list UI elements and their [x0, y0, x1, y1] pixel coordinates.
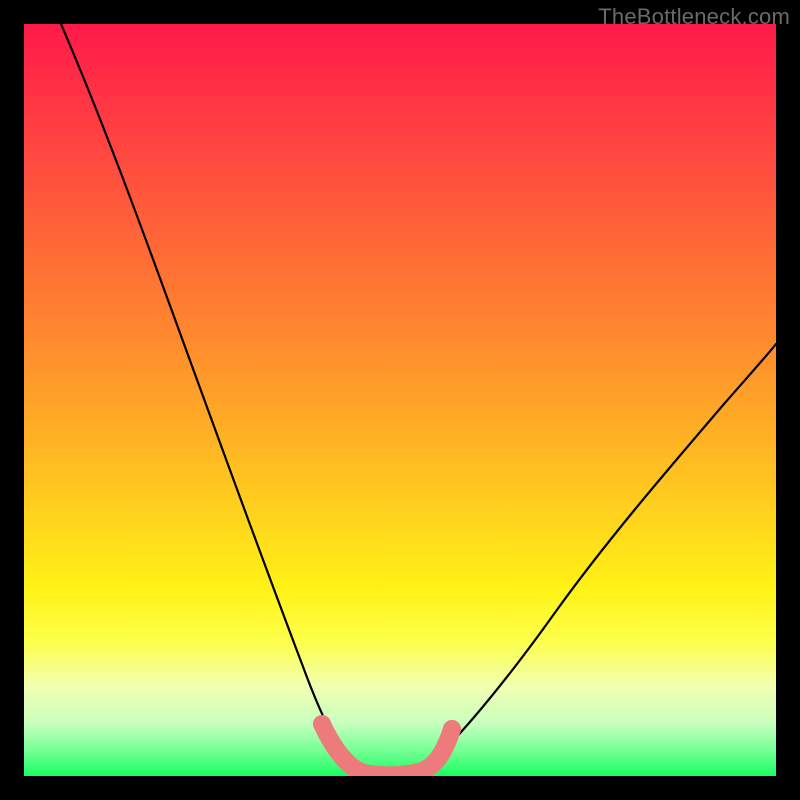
chart-frame: TheBottleneck.com	[0, 0, 800, 800]
watermark-text: TheBottleneck.com	[598, 4, 790, 30]
pink-dot-right	[443, 720, 461, 738]
plot-area	[24, 24, 776, 776]
curve-svg	[24, 24, 776, 776]
pink-dot-left	[313, 715, 331, 733]
pink-bottom-segment	[322, 724, 452, 775]
black-curve	[61, 24, 776, 774]
